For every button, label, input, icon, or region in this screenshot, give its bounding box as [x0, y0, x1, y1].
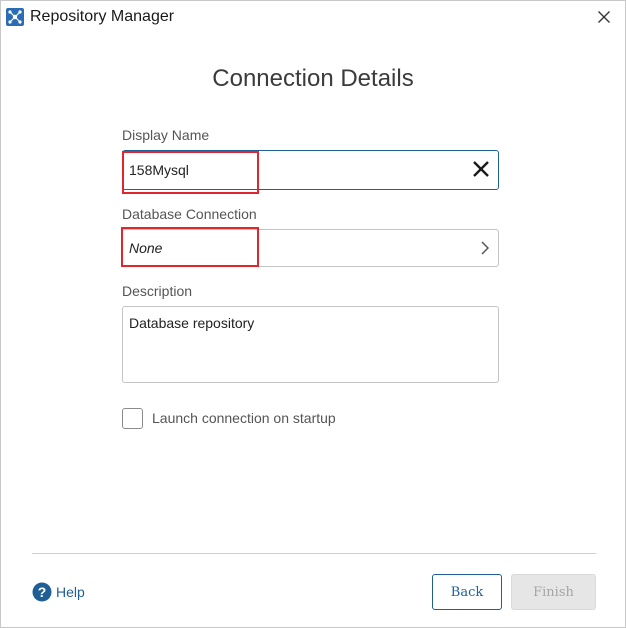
close-button[interactable]	[591, 5, 617, 29]
display-name-value: 158Mysql	[129, 162, 189, 178]
clear-x-icon[interactable]	[472, 160, 490, 178]
description-value: Database repository	[129, 315, 255, 331]
footer-divider	[32, 553, 596, 554]
help-label: Help	[56, 584, 85, 600]
window-title: Repository Manager	[30, 8, 175, 25]
repository-manager-icon	[6, 8, 24, 26]
launch-on-startup-label[interactable]: Launch connection on startup	[152, 410, 336, 426]
description-label: Description	[122, 283, 193, 299]
page-title: Connection Details	[212, 65, 414, 92]
help-icon: ?	[32, 582, 52, 602]
description-textarea[interactable]: Database repository	[122, 306, 499, 383]
repository-manager-window: Repository Manager Connection Details Di…	[0, 0, 626, 628]
chevron-right-icon[interactable]	[481, 241, 489, 255]
display-name-input[interactable]: 158Mysql	[122, 150, 499, 190]
svg-text:?: ?	[38, 584, 47, 600]
database-connection-label: Database Connection	[122, 206, 257, 222]
close-icon	[598, 11, 610, 23]
database-connection-selector[interactable]: None	[122, 229, 499, 267]
database-connection-value: None	[129, 240, 163, 256]
launch-on-startup-checkbox[interactable]	[122, 408, 143, 429]
back-button[interactable]: Back	[432, 574, 502, 610]
finish-button[interactable]: Finish	[511, 574, 596, 610]
title-bar: Repository Manager	[1, 1, 625, 33]
display-name-label: Display Name	[122, 127, 210, 143]
